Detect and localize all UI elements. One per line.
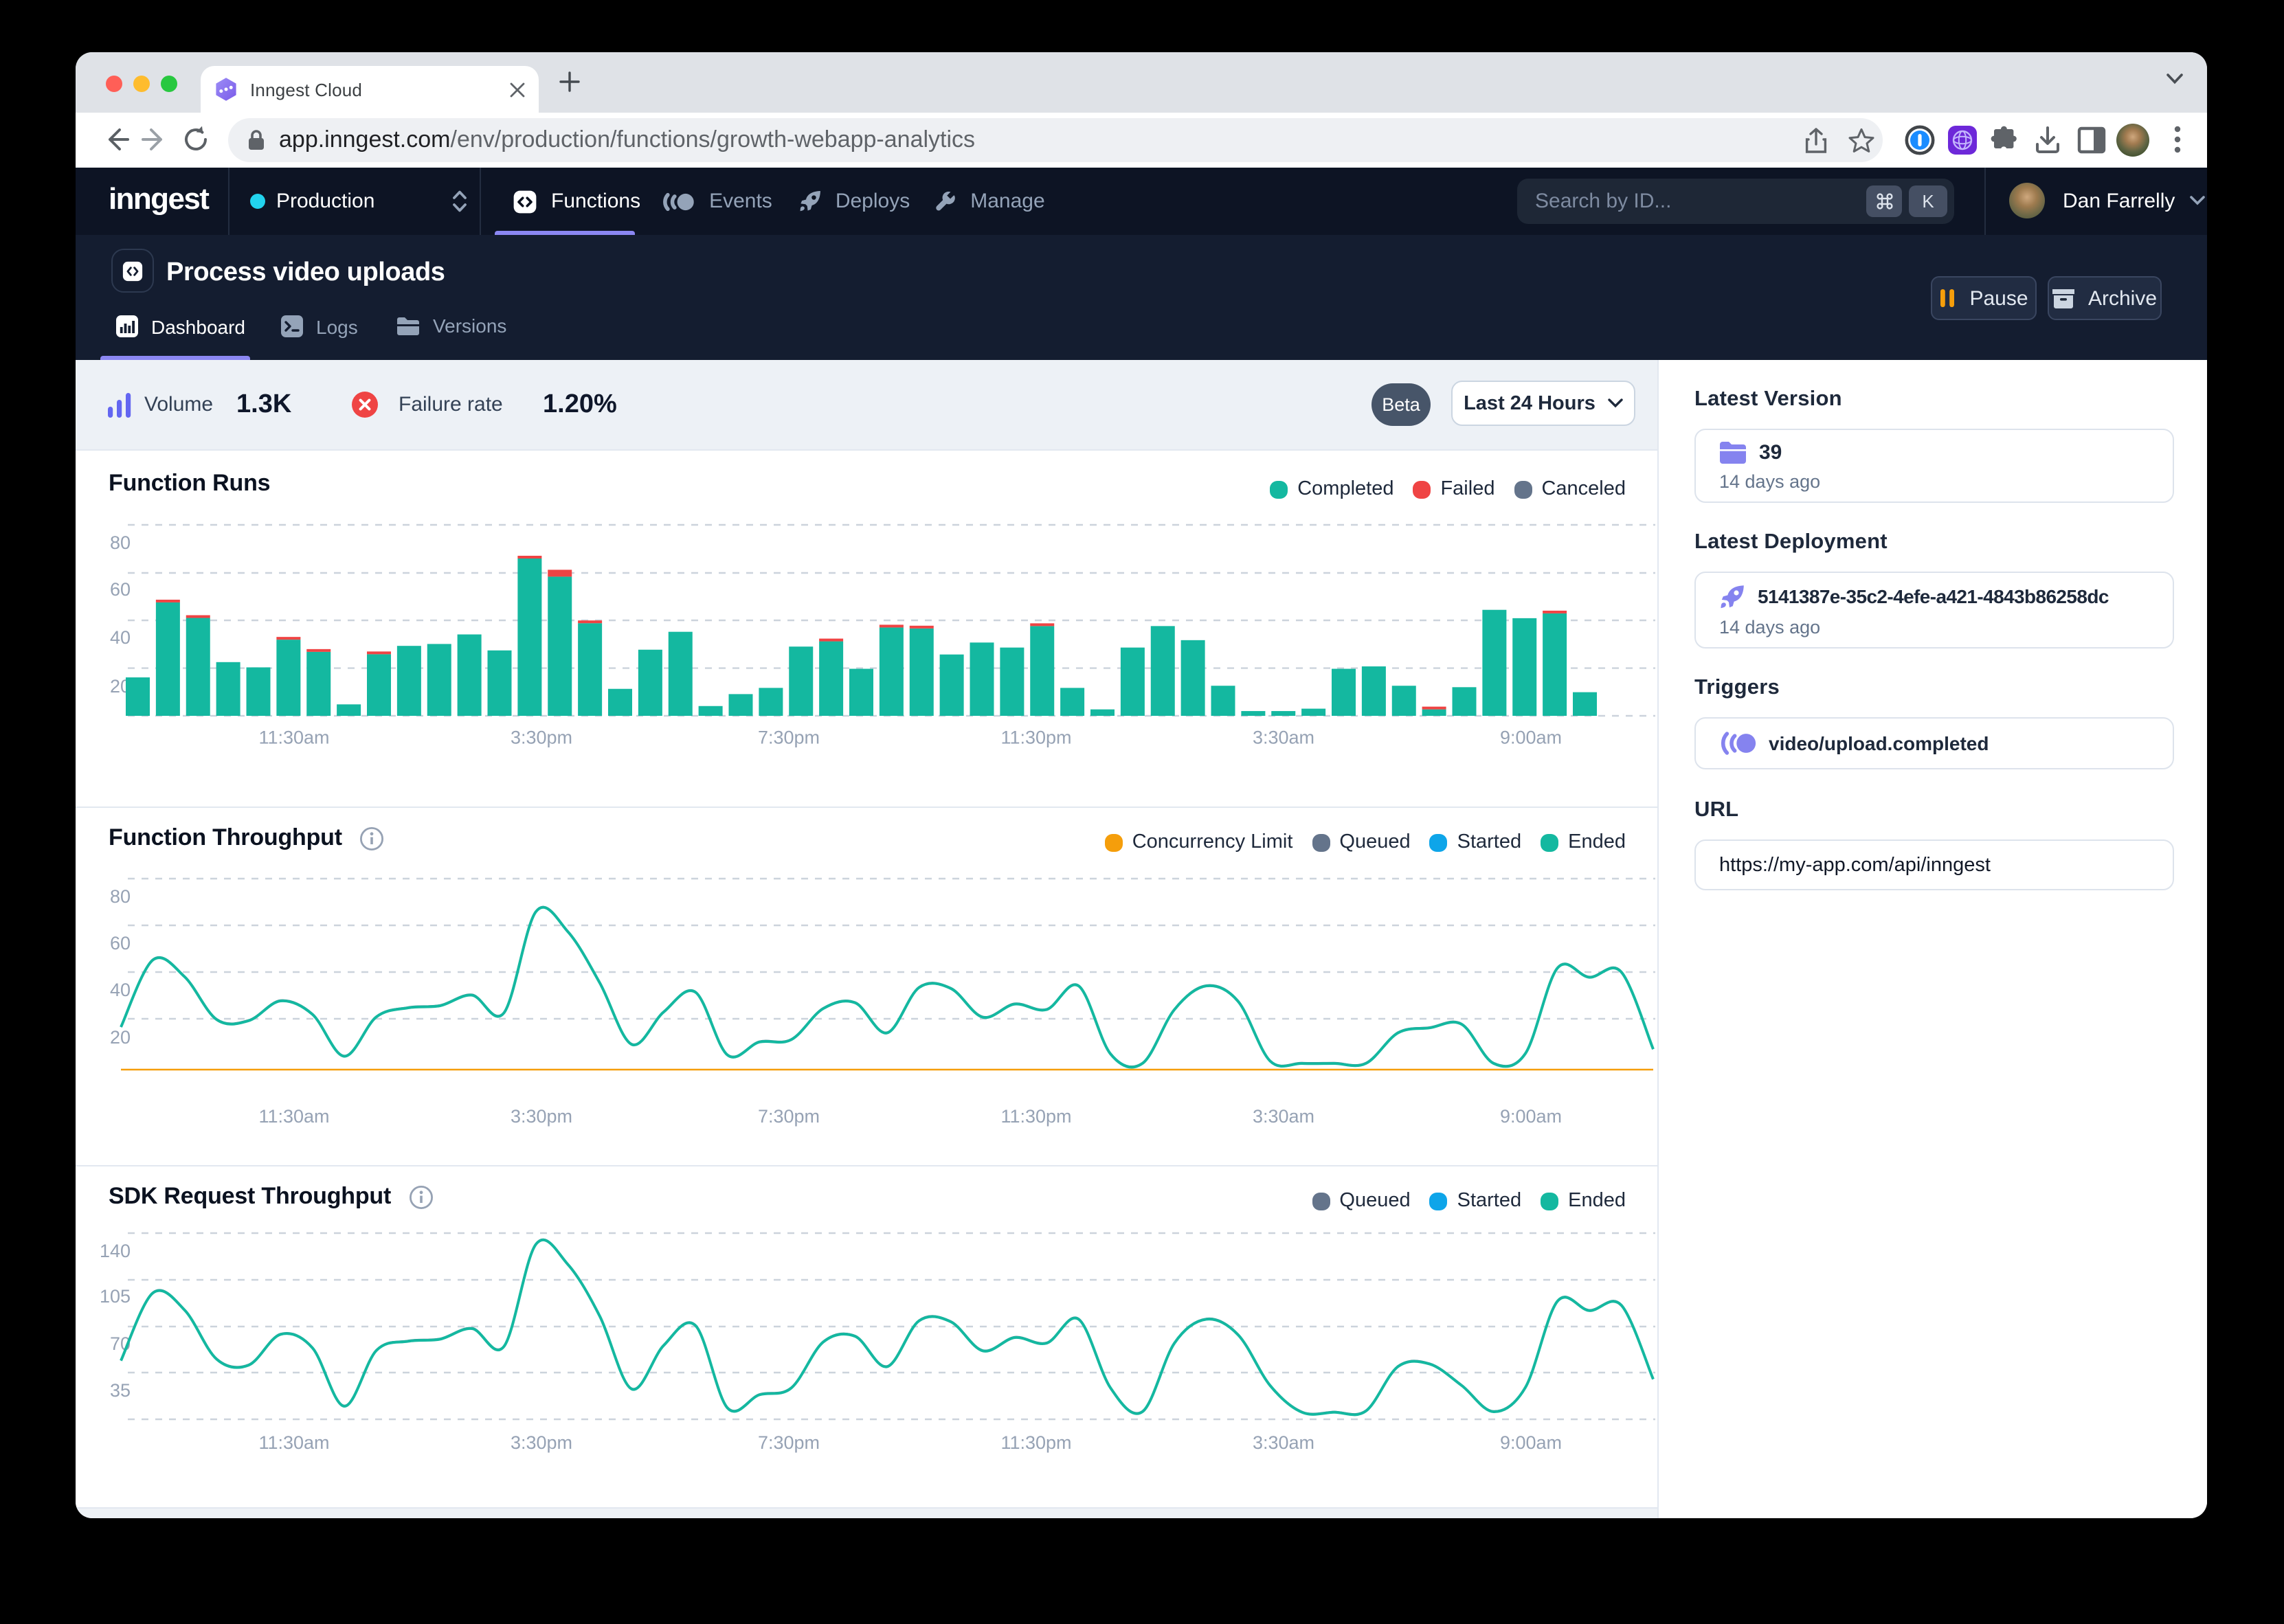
svg-text:11:30pm: 11:30pm [1000, 1106, 1071, 1127]
svg-text:9:00am: 9:00am [1500, 1432, 1562, 1453]
svg-text:3:30pm: 3:30pm [511, 728, 572, 748]
svg-text:80: 80 [110, 886, 131, 907]
svg-text:11:30pm: 11:30pm [1000, 1432, 1071, 1453]
svg-text:11:30pm: 11:30pm [1000, 728, 1071, 748]
svg-text:80: 80 [110, 532, 131, 553]
svg-text:11:30am: 11:30am [258, 728, 329, 748]
svg-text:3:30am: 3:30am [1253, 1106, 1314, 1127]
svg-text:11:30am: 11:30am [258, 1432, 329, 1453]
svg-text:40: 40 [110, 980, 131, 1000]
svg-text:7:30pm: 7:30pm [758, 728, 820, 748]
svg-text:60: 60 [110, 579, 131, 600]
svg-text:20: 20 [110, 1027, 131, 1048]
svg-text:9:00am: 9:00am [1500, 1106, 1562, 1127]
svg-text:3:30am: 3:30am [1253, 1432, 1314, 1453]
svg-text:40: 40 [110, 627, 131, 648]
svg-text:35: 35 [110, 1380, 131, 1401]
svg-text:60: 60 [110, 933, 131, 954]
svg-text:7:30pm: 7:30pm [758, 1106, 820, 1127]
svg-text:140: 140 [100, 1241, 131, 1261]
svg-text:11:30am: 11:30am [258, 1106, 329, 1127]
svg-text:9:00am: 9:00am [1500, 728, 1562, 748]
svg-text:7:30pm: 7:30pm [758, 1432, 820, 1453]
svg-text:3:30pm: 3:30pm [511, 1432, 572, 1453]
svg-text:3:30am: 3:30am [1253, 728, 1314, 748]
svg-text:3:30pm: 3:30pm [511, 1106, 572, 1127]
svg-text:105: 105 [100, 1286, 131, 1307]
